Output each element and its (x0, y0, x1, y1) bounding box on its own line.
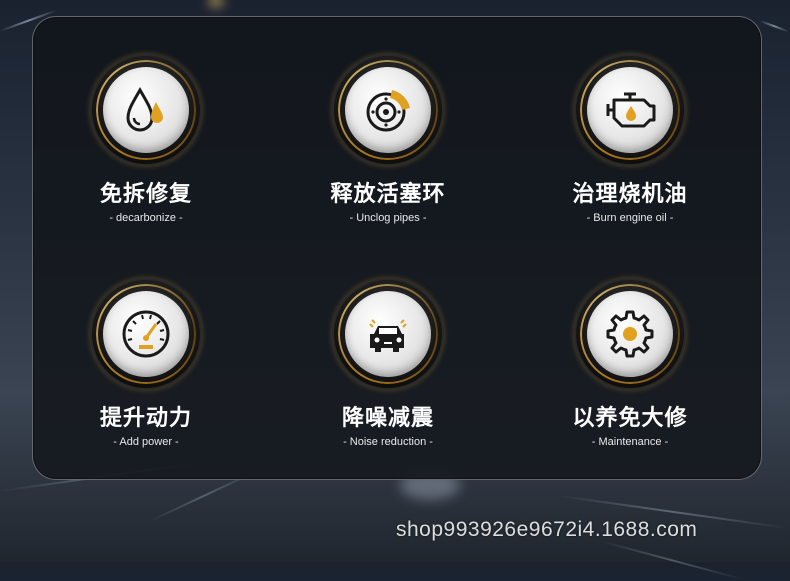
feature-subtitle: - Noise reduction - (343, 436, 433, 448)
oil-drops-icon (126, 86, 163, 132)
shop-watermark: shop993926e9672i4.1688.com (396, 518, 698, 541)
feature-maintenance: 以养免大修 - Maintenance - (520, 280, 740, 448)
icon-ring (576, 56, 684, 164)
feature-title: 以养免大修 (572, 406, 688, 431)
feature-title: 治理烧机油 (572, 182, 688, 207)
brake-disc-icon (366, 90, 410, 132)
feature-noise-reduction: 降噪减震 - Noise reduction - (278, 280, 498, 448)
feature-title: 释放活塞环 (330, 182, 446, 207)
feature-subtitle: - Burn engine oil - (586, 212, 674, 224)
icon-ring (92, 280, 200, 388)
gear-icon (606, 310, 654, 358)
feature-subtitle: - decarbonize - (109, 212, 183, 224)
car-front-icon (369, 319, 407, 352)
feature-title: 降噪减震 (341, 406, 434, 431)
feature-decarbonize: 免拆修复 - decarbonize - (36, 56, 256, 224)
icon-ring (334, 56, 442, 164)
feature-title: 提升动力 (99, 406, 192, 431)
feature-subtitle: - Add power - (113, 436, 179, 448)
speedometer-icon (122, 310, 170, 358)
icon-ring (92, 56, 200, 164)
engine-oil-icon (606, 92, 656, 128)
feature-title: 免拆修复 (99, 182, 192, 207)
icon-ring (576, 280, 684, 388)
feature-burn-oil: 治理烧机油 - Burn engine oil - (520, 56, 740, 224)
icon-ring (334, 280, 442, 388)
feature-add-power: 提升动力 - Add power - (36, 280, 256, 448)
feature-unclog: 释放活塞环 - Unclog pipes - (278, 56, 498, 224)
feature-subtitle: - Unclog pipes - (349, 212, 427, 224)
feature-subtitle: - Maintenance - (591, 436, 669, 448)
